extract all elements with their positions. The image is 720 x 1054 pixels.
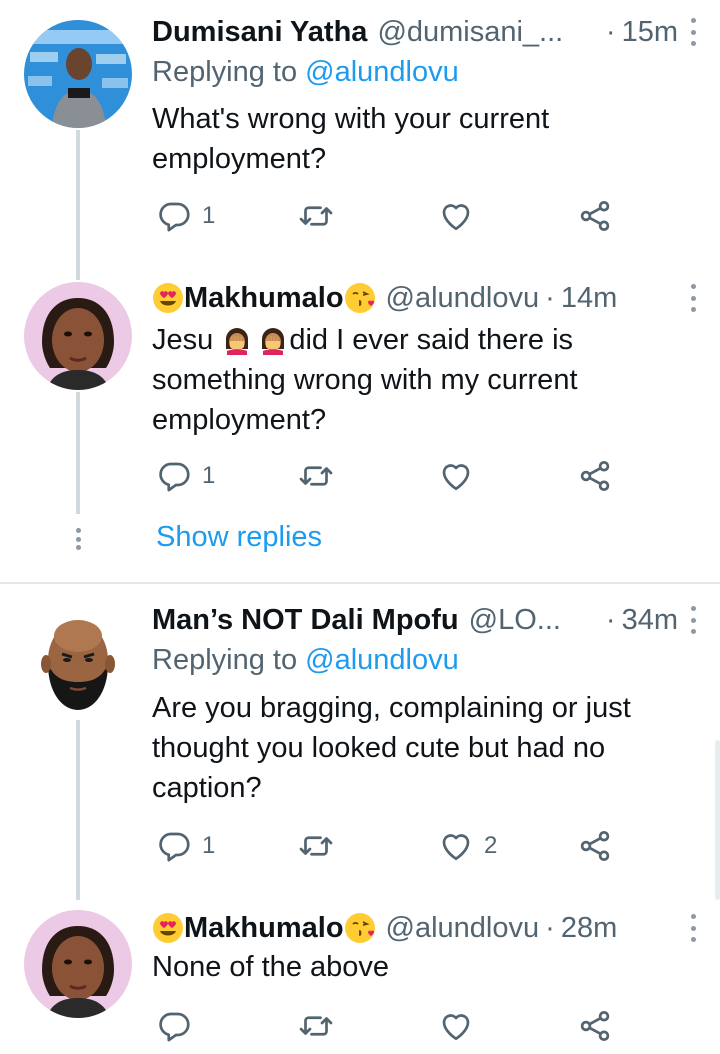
- timestamp[interactable]: 34m: [622, 604, 678, 637]
- heart-icon: [438, 198, 474, 234]
- kiss-emoji-icon: [344, 282, 376, 314]
- avatar[interactable]: [24, 282, 132, 390]
- separator-dot: ·: [545, 281, 555, 314]
- tweet-header: Makhumalo @alundlovu · 28m: [152, 908, 698, 948]
- reply-count: 1: [202, 832, 216, 859]
- reply-count: 1: [202, 462, 216, 489]
- tweet-makhumalo-reply[interactable]: Makhumalo @alundlovu · 28m None of the a…: [0, 900, 720, 1054]
- tweet-text: What's wrong with your current employmen…: [152, 103, 550, 175]
- tweet-actions: 1: [0, 456, 720, 496]
- heart-icon: [438, 458, 474, 494]
- like-button[interactable]: [438, 456, 484, 496]
- reply-button[interactable]: 1: [156, 196, 215, 236]
- timestamp[interactable]: 15m: [622, 16, 678, 49]
- replying-to-label: Replying to: [152, 56, 306, 88]
- reply-button[interactable]: [156, 1006, 202, 1046]
- mention-link[interactable]: @alundlovu: [305, 644, 459, 676]
- more-icon[interactable]: [688, 914, 698, 942]
- tweet-text: Are you bragging, complaining or just th…: [152, 692, 631, 804]
- reply-icon: [156, 828, 192, 864]
- collapsed-thread-dots: [76, 528, 82, 550]
- timestamp[interactable]: 14m: [561, 282, 617, 315]
- like-button[interactable]: [438, 1006, 484, 1046]
- share-button[interactable]: [577, 826, 613, 866]
- avatar[interactable]: [24, 20, 132, 128]
- kiss-emoji-icon: [344, 912, 376, 944]
- avatar[interactable]: [24, 608, 132, 716]
- retweet-icon: [298, 828, 334, 864]
- separator-dot: ·: [605, 15, 616, 48]
- tweet-dali[interactable]: Man’s NOT Dali Mpofu @LO... · 34m Replyi…: [0, 584, 720, 900]
- tweet-makhumalo-reply[interactable]: Makhumalo @alundlovu · 14m Jesu did I ev…: [0, 270, 720, 515]
- like-button[interactable]: [438, 196, 484, 236]
- mention-link[interactable]: @alundlovu: [305, 56, 459, 88]
- display-name[interactable]: Dumisani Yatha: [152, 16, 367, 49]
- heart-icon: [438, 1008, 474, 1044]
- tweet-dumisani[interactable]: Dumisani Yatha @dumisani_... · 15m Reply…: [0, 0, 720, 270]
- share-button[interactable]: [577, 196, 613, 236]
- heart-eyes-emoji-icon: [152, 282, 184, 314]
- handle[interactable]: @alundlovu: [386, 912, 540, 945]
- handle[interactable]: @LO...: [469, 604, 561, 637]
- tweet-actions: 1: [0, 196, 720, 236]
- retweet-button[interactable]: [298, 826, 334, 866]
- tweet-header: Dumisani Yatha @dumisani_... · 15m: [152, 12, 698, 52]
- tweet-header: Man’s NOT Dali Mpofu @LO... · 34m: [152, 600, 698, 640]
- replying-to: Replying to @alundlovu: [152, 56, 459, 89]
- replying-to: Replying to @alundlovu: [152, 644, 459, 677]
- retweet-button[interactable]: [298, 456, 334, 496]
- retweet-icon: [298, 458, 334, 494]
- share-button[interactable]: [577, 1006, 613, 1046]
- display-name[interactable]: Makhumalo: [184, 282, 344, 315]
- reply-icon: [156, 1008, 192, 1044]
- like-button[interactable]: 2: [438, 826, 497, 866]
- display-name[interactable]: Man’s NOT Dali Mpofu: [152, 604, 459, 637]
- separator-dot: ·: [605, 603, 616, 636]
- reply-button[interactable]: 1: [156, 826, 215, 866]
- share-button[interactable]: [577, 456, 613, 496]
- facepalm-emoji-icon: [221, 325, 253, 357]
- scrollbar[interactable]: [715, 740, 720, 900]
- separator-dot: ·: [545, 911, 555, 944]
- tweet-actions: 1 2: [0, 826, 720, 866]
- facepalm-emoji-icon: [257, 325, 289, 357]
- tweet-text-part: Jesu: [152, 324, 222, 356]
- share-icon: [577, 1008, 613, 1044]
- handle[interactable]: @dumisani_...: [377, 16, 563, 49]
- heart-icon: [438, 828, 474, 864]
- reply-icon: [156, 198, 192, 234]
- reply-icon: [156, 458, 192, 494]
- heart-eyes-emoji-icon: [152, 912, 184, 944]
- thread-line: [76, 720, 80, 900]
- share-icon: [577, 458, 613, 494]
- reply-count: 1: [202, 202, 216, 229]
- share-icon: [577, 828, 613, 864]
- retweet-icon: [298, 1008, 334, 1044]
- timestamp[interactable]: 28m: [561, 912, 617, 945]
- display-name[interactable]: Makhumalo: [184, 912, 344, 945]
- retweet-icon: [298, 198, 334, 234]
- avatar[interactable]: [24, 910, 132, 1018]
- more-icon[interactable]: [688, 606, 698, 634]
- tweet-header: Makhumalo @alundlovu · 14m: [152, 278, 698, 318]
- show-replies-link[interactable]: Show replies: [156, 521, 322, 554]
- tweet-actions: [0, 1006, 720, 1046]
- tweet-text: Jesu did I ever said there is something …: [152, 320, 692, 440]
- share-icon: [577, 198, 613, 234]
- retweet-button[interactable]: [298, 196, 334, 236]
- handle[interactable]: @alundlovu: [386, 282, 540, 315]
- more-icon[interactable]: [688, 284, 698, 312]
- replying-to-label: Replying to: [152, 644, 306, 676]
- more-icon[interactable]: [688, 18, 698, 46]
- retweet-button[interactable]: [298, 1006, 334, 1046]
- thread-line: [76, 270, 80, 280]
- tweet-text: None of the above: [152, 951, 390, 983]
- like-count: 2: [484, 832, 498, 859]
- reply-button[interactable]: 1: [156, 456, 215, 496]
